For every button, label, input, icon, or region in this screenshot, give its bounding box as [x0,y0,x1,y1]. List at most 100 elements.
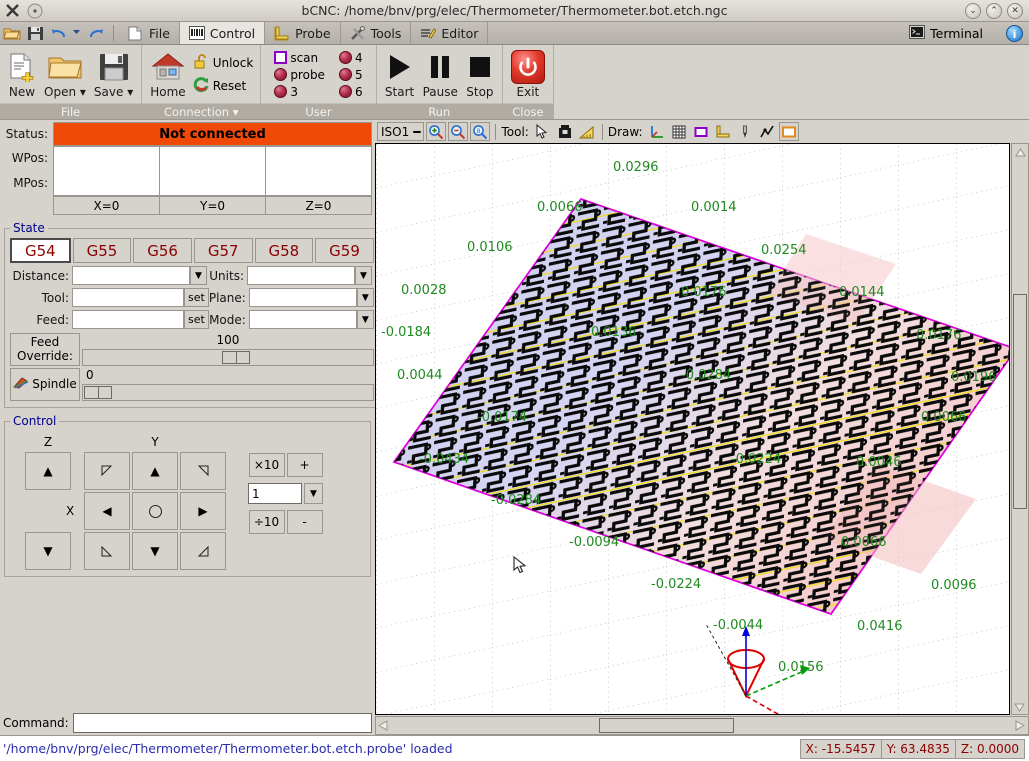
zoom-in-icon[interactable] [426,122,446,141]
path-icon[interactable] [757,122,777,141]
user-button-3[interactable]: 3 [271,84,328,100]
ribbon-group-connection-label[interactable]: Connection ▾ [142,103,260,119]
jog-down-right-button[interactable] [180,532,226,570]
pos-field-z[interactable] [265,146,372,196]
zero-x-button[interactable]: X=0 [53,196,160,215]
workarea-icon[interactable] [779,122,799,141]
stop-button[interactable]: Stop [462,49,498,100]
slider-thumb[interactable] [84,386,112,399]
wcs-g55-button[interactable]: G55 [73,238,132,263]
connection-dropdown-icon[interactable]: ▾ [233,105,239,119]
canvas-vertical-scrollbar[interactable] [1011,143,1029,715]
tab-editor[interactable]: Editor [411,22,488,44]
horizontal-scroll-thumb[interactable] [599,718,734,733]
measure-icon[interactable] [577,122,597,141]
home-button[interactable]: Home [146,49,189,100]
pan-hand-icon[interactable] [555,122,575,141]
margin-icon[interactable] [691,122,711,141]
user-button-5[interactable]: 5 [336,67,366,83]
tab-probe[interactable]: Probe [265,22,340,44]
axes-icon[interactable] [647,122,667,141]
wcs-g58-button[interactable]: G58 [255,238,314,263]
quick-open-button[interactable] [0,22,24,44]
mode-input[interactable] [249,310,357,329]
wcs-g56-button[interactable]: G56 [133,238,192,263]
save-button[interactable]: Save ▾ [90,49,137,100]
step-divide-button[interactable]: ÷10 [249,510,285,534]
user-button-probe[interactable]: probe [271,67,328,83]
save-dropdown-icon[interactable]: ▾ [127,85,133,99]
scroll-up-arrow-icon[interactable] [1012,144,1028,160]
units-dropdown-icon[interactable]: ▼ [355,266,372,285]
reset-button[interactable]: Reset [190,75,257,97]
feed-input[interactable] [72,310,184,329]
scroll-left-arrow-icon[interactable] [378,720,389,734]
open-button[interactable]: Open ▾ [40,49,90,100]
vertical-scroll-thumb[interactable] [1013,294,1027,509]
window-menu-icon[interactable] [26,2,44,20]
jog-down-button[interactable]: ▼ [132,532,178,570]
open-dropdown-icon[interactable]: ▾ [80,85,86,99]
view-select[interactable]: ISO1 ━ [377,122,424,141]
scroll-down-arrow-icon[interactable] [1014,703,1025,712]
wcs-g59-button[interactable]: G59 [315,238,374,263]
new-button[interactable]: New [4,49,40,100]
feed-override-button[interactable]: Feed Override: [10,333,80,366]
jog-up-right-button[interactable] [180,452,226,490]
step-dropdown-icon[interactable]: ▼ [304,483,323,504]
tab-control[interactable]: Control [180,22,265,44]
pos-field-x[interactable] [53,146,160,196]
pos-field-y[interactable] [159,146,266,196]
start-button[interactable]: Start [381,49,419,100]
scroll-right-arrow-icon[interactable] [1014,720,1025,734]
distance-dropdown-icon[interactable]: ▼ [190,266,207,285]
zoom-out-icon[interactable] [448,122,468,141]
quick-save-button[interactable] [24,22,48,44]
redo-button[interactable] [84,22,108,44]
zero-y-button[interactable]: Y=0 [159,196,266,215]
grid-icon[interactable] [669,122,689,141]
user-button-4[interactable]: 4 [336,50,366,66]
step-multiply-button[interactable]: ×10 [249,453,285,477]
units-input[interactable] [247,266,355,285]
zero-z-button[interactable]: Z=0 [265,196,372,215]
user-button-scan[interactable]: scan [271,50,328,66]
maximize-button[interactable]: ⌃ [986,3,1002,19]
unlock-button[interactable]: Unlock [190,52,257,74]
slider-thumb[interactable] [222,351,250,364]
tool-set-button[interactable]: set [184,288,209,307]
wcs-g54-button[interactable]: G54 [10,238,71,263]
close-button[interactable]: ✕ [1007,3,1023,19]
undo-dropdown-icon[interactable] [72,25,81,42]
exit-button[interactable]: Exit [507,49,549,100]
zoom-fit-icon[interactable]: 8 [470,122,490,141]
distance-input[interactable] [72,266,190,285]
canvas-horizontal-scrollbar[interactable] [375,716,1029,735]
jog-left-button[interactable]: ◀ [84,492,130,530]
user-button-6[interactable]: 6 [336,84,366,100]
jog-z-up-button[interactable]: ▲ [25,452,71,490]
jog-right-button[interactable]: ▶ [180,492,226,530]
undo-button[interactable] [48,22,84,44]
plane-dropdown-icon[interactable]: ▼ [357,288,374,307]
pause-button[interactable]: Pause [419,49,462,100]
ruler-icon[interactable] [713,122,733,141]
step-increment-button[interactable]: + [287,453,323,477]
checkbox-icon[interactable] [274,51,287,64]
pointer-icon[interactable] [533,122,553,141]
jog-home-center-button[interactable] [132,492,178,530]
spindle-button[interactable]: Spindle [10,368,80,401]
jog-up-left-button[interactable] [84,452,130,490]
feed-set-button[interactable]: set [184,310,209,329]
command-input[interactable] [73,713,372,733]
chevron-down-icon[interactable]: ━ [413,125,420,139]
spindle-slider[interactable] [82,384,374,401]
feed-override-slider[interactable] [82,349,374,366]
endmill-icon[interactable] [735,122,755,141]
jog-up-button[interactable]: ▲ [132,452,178,490]
tab-terminal[interactable]: Terminal [901,25,991,42]
mode-dropdown-icon[interactable]: ▼ [357,310,374,329]
info-icon[interactable]: i [1006,25,1023,42]
plane-input[interactable] [249,288,357,307]
jog-down-left-button[interactable] [84,532,130,570]
